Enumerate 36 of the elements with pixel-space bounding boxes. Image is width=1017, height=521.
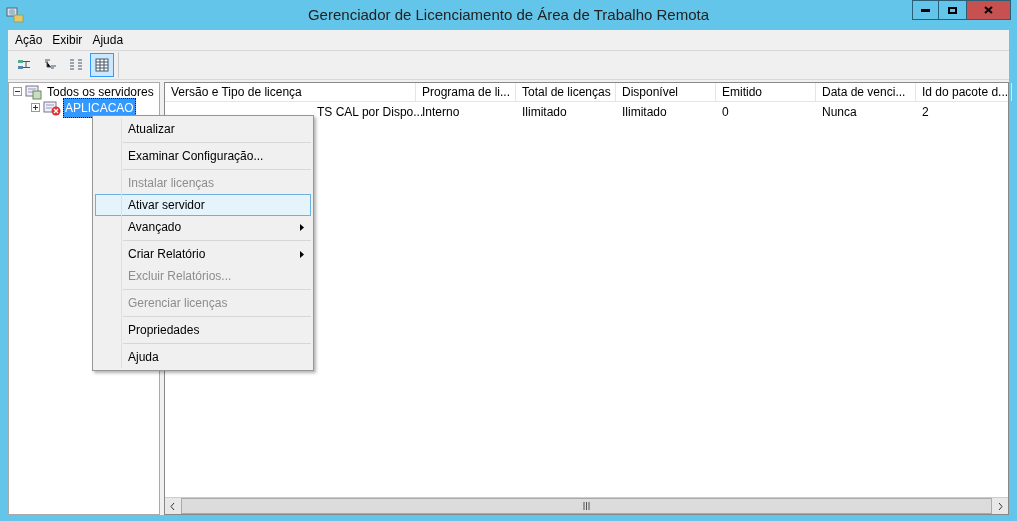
table-cell-text: 0 (722, 103, 729, 121)
menu-item[interactable]: Ajuda (95, 346, 311, 368)
column-header[interactable]: Data de venci... (816, 83, 916, 101)
details-icon (94, 57, 110, 73)
column-header[interactable]: Versão e Tipo de licença (165, 83, 416, 101)
submenu-arrow-icon (300, 250, 304, 258)
column-header[interactable]: Programa de li... (416, 83, 516, 101)
table-cell-text: Ilimitado (622, 103, 667, 121)
collapse-icon[interactable] (13, 87, 22, 96)
menu-item[interactable]: Exibir (47, 30, 88, 50)
window-title: Gerenciador de Licenciamento de Área de Trabalho Remota (306, 4, 711, 25)
menu-item[interactable]: Atualizar (95, 118, 311, 140)
app-icon (6, 7, 24, 23)
menu-item[interactable]: Criar Relatório (95, 243, 311, 265)
table-cell-text: 2 (922, 103, 929, 121)
column-header[interactable]: Total de licenças (516, 83, 616, 101)
column-header[interactable]: Emitido (716, 83, 816, 101)
submenu-arrow-icon (300, 223, 304, 231)
table-cell-text: Interno (422, 103, 460, 121)
menu-item[interactable]: Ação (10, 30, 48, 50)
column-header[interactable]: Disponível (616, 83, 716, 101)
toolbar-button[interactable] (90, 53, 114, 77)
menu-item[interactable]: Ajuda (87, 30, 129, 50)
expand-icon[interactable] (31, 103, 40, 112)
list-icon (68, 57, 84, 73)
minimize-button[interactable] (912, 0, 939, 20)
menu-item[interactable]: Examinar Configuração... (95, 145, 311, 167)
column-header[interactable]: Id do pacote d... (916, 83, 1012, 101)
table-cell-text: Ilimitado (522, 103, 567, 121)
table-cell-text: Nunca (822, 103, 857, 121)
close-icon (984, 6, 993, 14)
menu-item[interactable]: Propriedades (95, 319, 311, 341)
close-button[interactable] (966, 0, 1011, 20)
table-cell-text: TS CAL por Dispo... (317, 103, 424, 121)
menu-item[interactable]: Avançado (95, 216, 311, 238)
menu-item[interactable]: Ativar servidor (95, 194, 311, 216)
